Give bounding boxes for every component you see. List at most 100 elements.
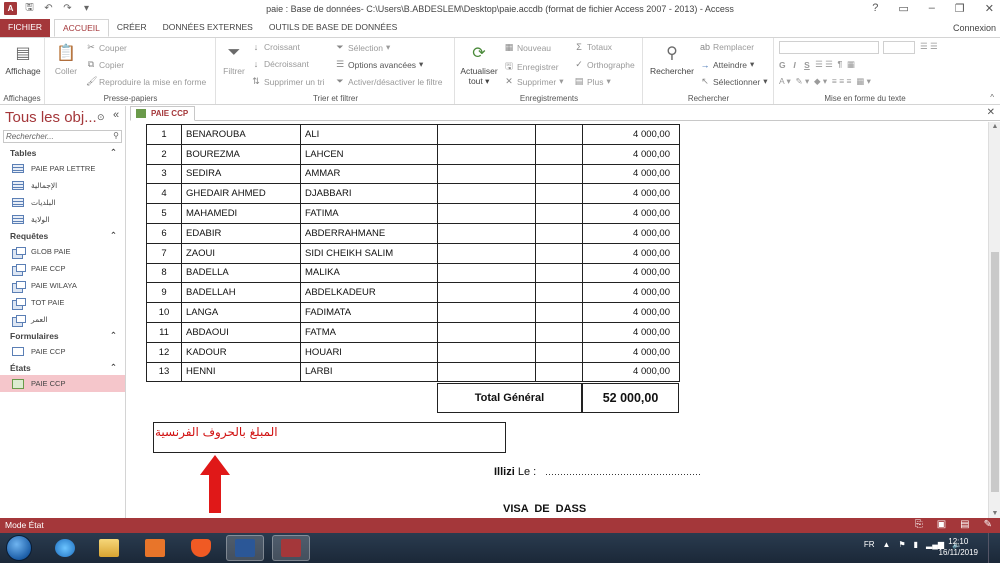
taskbar-ie[interactable]	[46, 535, 84, 561]
help-button[interactable]: ?	[872, 2, 878, 15]
last-name-cell: BENAROUBA	[181, 124, 301, 145]
activer-filtre-button[interactable]: ⏷ Activer/désactiver le filtre	[335, 76, 442, 87]
nav-item-form[interactable]: PAIE CCP	[0, 343, 125, 360]
nav-item-query[interactable]: العمر	[0, 311, 125, 328]
nav-category-requetes[interactable]: Requêtes ⌃	[0, 228, 125, 243]
empty-cell	[437, 321, 536, 343]
table-row: 4 GHEDAIR AHMED DJABBARI 4 000,00	[146, 183, 680, 205]
delete-icon: ✕	[505, 76, 513, 86]
last-name-cell: GHEDAIR AHMED	[181, 183, 301, 205]
supprimer-button[interactable]: ✕ Supprimer ▾	[504, 76, 563, 87]
actualiser-button[interactable]: ⟳ Actualiser tout ▾	[459, 42, 499, 87]
tab-donnees-externes[interactable]: DONNÉES EXTERNES	[155, 19, 261, 37]
text-format-row2[interactable]: A ▾ ✎ ▾ ◆ ▾ ≡ ≡ ≡ ▦ ▾	[779, 76, 871, 87]
collapse-chevron-icon: ⌃	[109, 362, 117, 372]
nav-item-table[interactable]: الإجمالية	[0, 177, 125, 194]
empty-cell	[437, 163, 536, 185]
couper-button[interactable]: ✂ Couper	[86, 42, 127, 53]
selectionner-button[interactable]: ↖ Sélectionner ▾	[700, 76, 767, 87]
rechercher-button[interactable]: ⚲ Rechercher	[648, 42, 696, 76]
options-avancees-button[interactable]: ☰ Options avancées ▾	[335, 59, 423, 70]
flag-icon[interactable]: ⚑	[898, 540, 905, 549]
amount-cell: 4 000,00	[582, 222, 680, 244]
taskbar-word[interactable]	[226, 535, 264, 561]
remplacer-button[interactable]: ab Remplacer	[700, 42, 754, 52]
tab-fichier[interactable]: FICHIER	[0, 19, 50, 37]
font-size-select[interactable]	[883, 41, 915, 54]
nav-item-query[interactable]: GLOB PAIE	[0, 243, 125, 260]
scroll-up-icon[interactable]: ▲	[989, 123, 1000, 130]
tab-accueil[interactable]: ACCUEIL	[54, 19, 109, 37]
row-number: 12	[146, 341, 182, 363]
taskbar-brave[interactable]	[182, 535, 220, 561]
nav-pane-header[interactable]: Tous les obj... ⊙ «	[0, 106, 125, 128]
nav-search-input[interactable]: Rechercher... ⚲	[3, 130, 122, 143]
nav-menu-icon[interactable]: ⊙	[97, 112, 105, 123]
minimize-button[interactable]: –	[929, 2, 935, 15]
font-name-select[interactable]	[779, 41, 879, 54]
vertical-scrollbar[interactable]: ▲ ▼	[988, 122, 1000, 518]
taskbar-explorer[interactable]	[90, 535, 128, 561]
supprimer-tri-button[interactable]: ⇅ Supprimer un tri	[251, 76, 324, 87]
nav-category-etats[interactable]: États ⌃	[0, 360, 125, 375]
text-format-row1[interactable]: G I S ☰ ☰ ¶ ▦	[779, 59, 855, 70]
copier-button[interactable]: ⧉ Copier	[86, 59, 124, 70]
report-view-icon[interactable]: ⎘	[915, 519, 923, 530]
nav-item-table[interactable]: PAIE PAR LETTRE	[0, 160, 125, 177]
query-icon	[12, 263, 26, 276]
tab-outils-base-de-donnees[interactable]: OUTILS DE BASE DE DONNÉES	[261, 19, 405, 37]
table-row: 1 BENAROUBA ALI 4 000,00	[146, 124, 680, 145]
visa-label: VISA DE DASS	[503, 503, 587, 515]
scroll-down-icon[interactable]: ▼	[989, 510, 1000, 517]
list-icons[interactable]: ☰ ☰	[920, 41, 938, 52]
collapse-ribbon-icon[interactable]: ^	[990, 93, 994, 102]
close-document-icon[interactable]: ✕	[987, 107, 995, 118]
clock[interactable]: 12:10 16/11/2019	[939, 536, 978, 558]
scroll-thumb[interactable]	[991, 252, 999, 492]
coller-button[interactable]: 📋 Coller	[52, 42, 80, 76]
restore-button[interactable]: ❐	[955, 2, 965, 15]
nav-item-table[interactable]: الولاية	[0, 211, 125, 228]
layout-view-icon[interactable]: ▤	[960, 519, 969, 530]
advanced-filter-icon: ☰	[335, 59, 345, 69]
totaux-button[interactable]: Σ Totaux	[574, 42, 612, 52]
orthographe-button[interactable]: ✓ Orthographe	[574, 59, 635, 70]
nav-category-formulaires[interactable]: Formulaires ⌃	[0, 328, 125, 343]
nav-item-query[interactable]: PAIE WILAYA	[0, 277, 125, 294]
reproduire-button[interactable]: 🖌 Reproduire la mise en forme	[86, 76, 206, 87]
decroissant-button[interactable]: ↓ Décroissant	[251, 59, 309, 69]
start-button[interactable]	[6, 535, 32, 561]
row-number: 5	[146, 203, 182, 224]
nav-item-table[interactable]: البلديات	[0, 194, 125, 211]
show-desktop-button[interactable]	[988, 533, 1000, 563]
refresh-icon: ⟳	[472, 45, 486, 62]
close-window-button[interactable]: ✕	[985, 2, 994, 15]
amount-cell: 4 000,00	[582, 262, 680, 284]
shutter-bar-icon[interactable]: «	[113, 109, 119, 121]
croissant-button[interactable]: ↓ Croissant	[251, 42, 300, 52]
selection-button[interactable]: ⏷ Sélection ▾	[335, 42, 390, 53]
nouveau-button[interactable]: ▦ Nouveau	[504, 42, 551, 53]
language-indicator[interactable]: FR	[864, 540, 875, 549]
nav-item-query[interactable]: PAIE CCP	[0, 260, 125, 277]
connexion-link[interactable]: Connexion	[953, 23, 996, 33]
taskbar-access[interactable]	[272, 535, 310, 561]
atteindre-button[interactable]: → Atteindre ▾	[700, 59, 755, 70]
filtrer-button[interactable]: ⏷ Filtrer	[220, 42, 248, 76]
tab-creer[interactable]: CRÉER	[109, 19, 155, 37]
tray-expand-icon[interactable]: ▲	[883, 540, 891, 549]
doc-tab-paie-ccp[interactable]: PAIE CCP	[130, 106, 196, 121]
search-icon: ⚲	[113, 131, 119, 140]
row-number: 8	[146, 262, 182, 284]
nav-category-tables[interactable]: Tables ⌃	[0, 145, 125, 160]
nav-item-query[interactable]: TOT PAIE	[0, 294, 125, 311]
design-view-icon[interactable]: ✎	[984, 519, 992, 530]
plus-button[interactable]: ▤ Plus ▾	[574, 76, 611, 87]
network-icon[interactable]: ▮	[914, 540, 918, 549]
nav-item-report[interactable]: PAIE CCP	[0, 375, 125, 392]
affichage-button[interactable]: ▤ Affichage	[3, 42, 43, 76]
ribbon-display-icon[interactable]: ▭	[898, 2, 908, 15]
taskbar-media[interactable]	[136, 535, 174, 561]
print-preview-icon[interactable]: ▣	[937, 519, 946, 530]
enregistrer-button[interactable]: 🖫 Enregistrer	[504, 59, 558, 75]
